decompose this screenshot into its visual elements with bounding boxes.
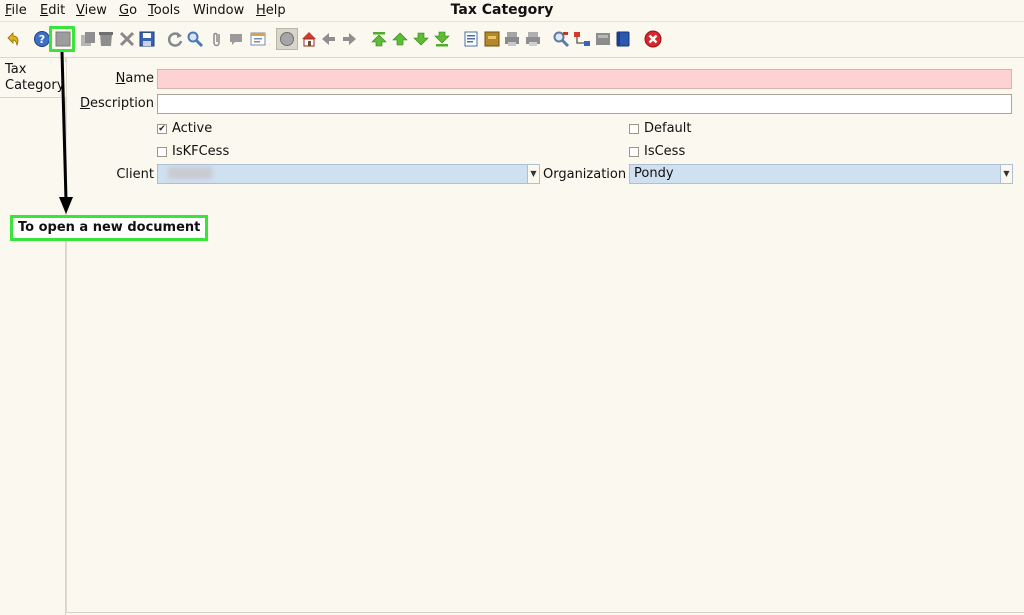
client-label: Client: [116, 167, 154, 182]
report-icon[interactable]: [462, 30, 480, 48]
menu-view[interactable]: View: [76, 3, 107, 18]
copy-record-icon[interactable]: [79, 30, 97, 48]
last-record-icon[interactable]: [433, 30, 451, 48]
form-panel: Name Description ✔ Active Default IsKFCe…: [66, 58, 1024, 613]
chat-icon[interactable]: [228, 30, 246, 48]
toolbar: ?: [0, 22, 1024, 58]
description-field[interactable]: [157, 94, 1012, 114]
zoom-across-icon[interactable]: [552, 30, 570, 48]
exit-icon[interactable]: [644, 30, 662, 48]
first-record-icon[interactable]: [370, 30, 388, 48]
organization-select[interactable]: Pondy ▼: [629, 164, 1013, 184]
client-select[interactable]: ▼: [157, 164, 540, 184]
delete-selection-icon[interactable]: [118, 30, 136, 48]
save-icon[interactable]: [138, 30, 156, 48]
active-checkbox[interactable]: ✔ Active: [157, 121, 212, 136]
active-check-icon: ✔: [157, 123, 167, 134]
chevron-down-icon[interactable]: ▼: [527, 165, 539, 183]
default-label: Default: [644, 121, 692, 136]
previous-record-icon[interactable]: [391, 30, 409, 48]
annotation-callout: To open a new document: [10, 215, 209, 241]
home-icon[interactable]: [300, 30, 318, 48]
default-check-icon: [629, 123, 639, 134]
back-icon[interactable]: [320, 30, 338, 48]
name-label: Name: [115, 71, 154, 86]
organization-label: Organization: [543, 167, 627, 182]
menu-toggle-icon[interactable]: [276, 28, 298, 50]
iscess-label: IsCess: [644, 144, 686, 159]
next-record-icon[interactable]: [412, 30, 430, 48]
client-value-redacted: [168, 166, 212, 179]
menu-go[interactable]: Go: [119, 3, 137, 18]
menu-help[interactable]: Help: [256, 3, 286, 18]
iscess-checkbox[interactable]: IsCess: [629, 144, 685, 159]
print-icon[interactable]: [524, 30, 542, 48]
name-field[interactable]: [157, 69, 1012, 89]
tab-tax-category[interactable]: Tax Category: [0, 62, 66, 98]
tab-panel: Tax Category: [0, 58, 66, 615]
iskfcess-label: IsKFCess: [172, 144, 230, 159]
find-icon[interactable]: [186, 30, 204, 48]
description-label: Description: [79, 96, 154, 111]
refresh-icon[interactable]: [166, 30, 184, 48]
organization-value: Pondy: [634, 166, 674, 181]
iscess-check-icon: [629, 146, 639, 157]
menu-window[interactable]: Window: [193, 3, 244, 18]
menu-edit[interactable]: Edit: [40, 3, 65, 18]
forward-icon[interactable]: [340, 30, 358, 48]
archive-icon[interactable]: [483, 30, 501, 48]
erp-window: File Edit View Go Tools Window Help Tax …: [0, 0, 1024, 615]
new-button-highlight: [49, 26, 75, 52]
default-checkbox[interactable]: Default: [629, 121, 692, 136]
menu-file[interactable]: File: [5, 3, 27, 18]
chevron-down-icon[interactable]: ▼: [1000, 165, 1012, 183]
menu-tools[interactable]: Tools: [148, 3, 180, 18]
iskfcess-check-icon: [157, 146, 167, 157]
product-info-icon[interactable]: [594, 30, 612, 48]
history-icon[interactable]: [249, 30, 267, 48]
svg-text:?: ?: [39, 33, 45, 46]
workflow-icon[interactable]: [573, 30, 591, 48]
attachment-icon[interactable]: [208, 30, 226, 48]
iskfcess-checkbox[interactable]: IsKFCess: [157, 144, 229, 159]
form-view-icon[interactable]: [614, 30, 632, 48]
menubar: File Edit View Go Tools Window Help Tax …: [0, 0, 1024, 22]
undo-icon[interactable]: [4, 30, 22, 48]
delete-record-icon[interactable]: [97, 30, 115, 48]
print-preview-icon[interactable]: [503, 30, 521, 48]
active-label: Active: [172, 121, 213, 136]
